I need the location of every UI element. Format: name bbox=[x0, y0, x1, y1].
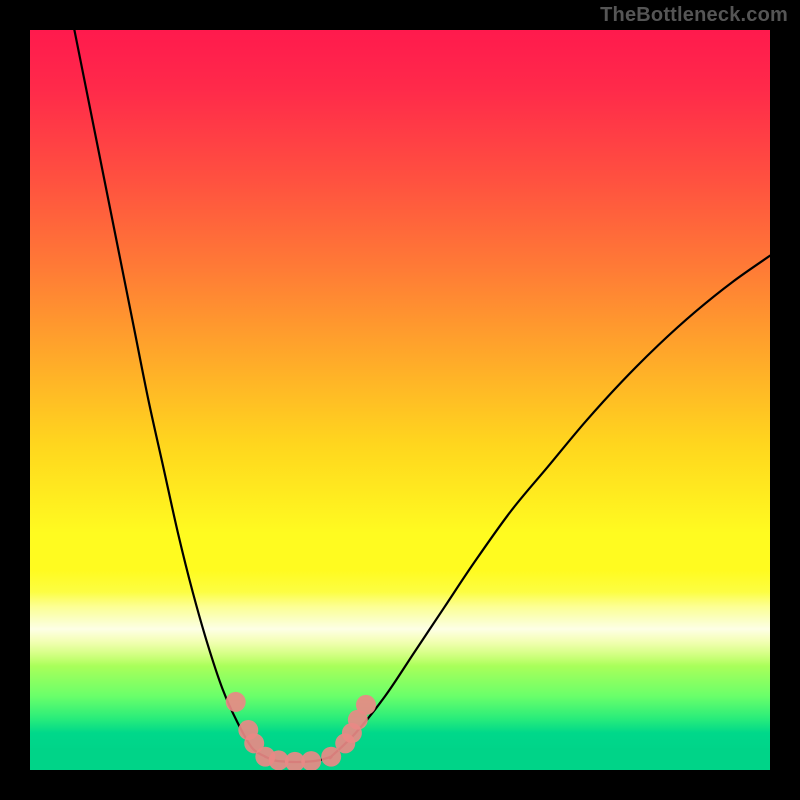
marker-dot bbox=[301, 751, 321, 770]
curve-layer bbox=[30, 30, 770, 770]
bottleneck-curve bbox=[74, 30, 770, 762]
watermark-text: TheBottleneck.com bbox=[600, 4, 788, 27]
marker-group bbox=[226, 692, 376, 770]
plot-area bbox=[30, 30, 770, 770]
chart-frame: TheBottleneck.com bbox=[0, 0, 800, 800]
marker-dot bbox=[356, 695, 376, 715]
marker-dot bbox=[226, 692, 246, 712]
